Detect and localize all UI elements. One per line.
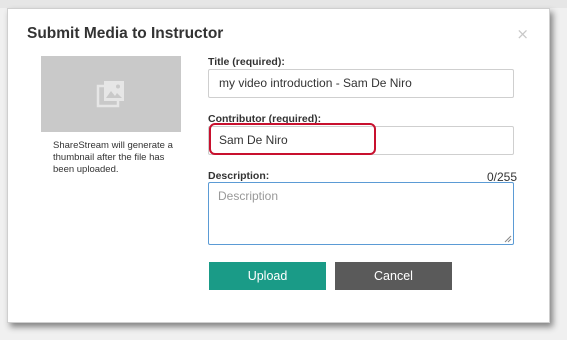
backdrop-strip	[0, 0, 567, 8]
thumbnail-placeholder	[41, 56, 181, 132]
description-placeholder: Description	[218, 189, 279, 203]
submit-media-dialog: Submit Media to Instructor × ShareStream…	[7, 8, 550, 323]
close-icon[interactable]: ×	[516, 25, 529, 43]
title-label: Title (required):	[208, 56, 285, 68]
resize-handle-icon[interactable]	[504, 235, 512, 243]
thumbnail-note: ShareStream will generate a thumbnail af…	[53, 140, 173, 175]
description-textarea[interactable]: Description	[208, 182, 514, 245]
dialog-title: Submit Media to Instructor	[27, 25, 224, 42]
image-placeholder-icon	[96, 81, 124, 108]
contributor-highlight-annotation	[209, 123, 376, 155]
description-label: Description:	[208, 170, 270, 182]
upload-button[interactable]: Upload	[209, 262, 326, 290]
cancel-button[interactable]: Cancel	[335, 262, 452, 290]
title-input[interactable]: my video introduction - Sam De Niro	[208, 69, 514, 98]
